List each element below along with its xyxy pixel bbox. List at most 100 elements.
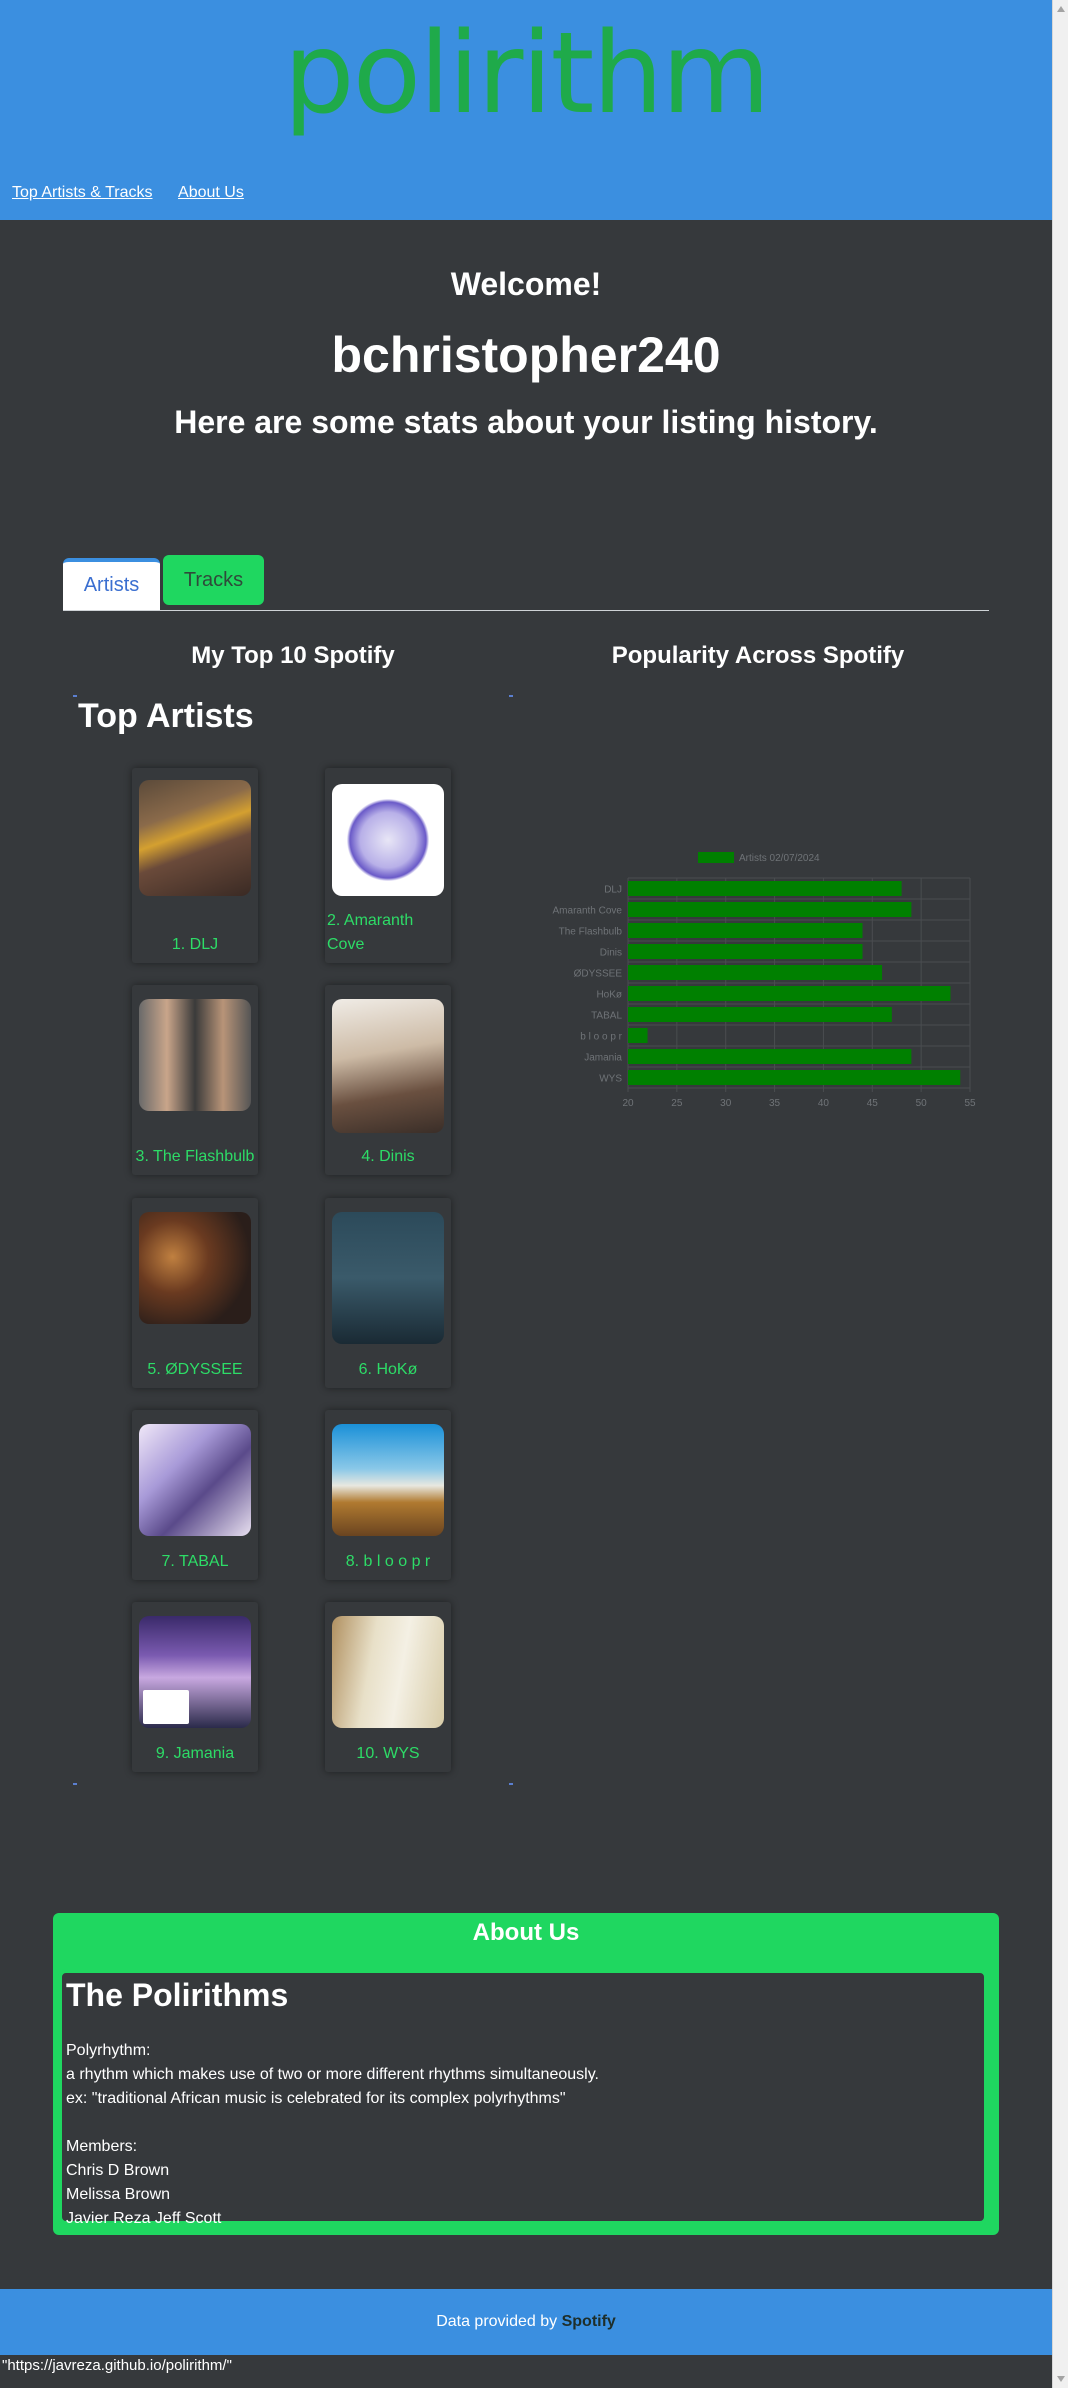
- scroll-down-arrow-icon[interactable]: [1057, 2376, 1065, 2382]
- status-bar-url: "https://javreza.github.io/polirithm/": [0, 2355, 1054, 2377]
- bar: [628, 1049, 912, 1064]
- legend-label: Artists 02/07/2024: [739, 853, 820, 864]
- y-tick-label: Jamania: [584, 1053, 622, 1064]
- artist-photo: [139, 999, 251, 1111]
- bar: [628, 1007, 892, 1022]
- top-artists-heading: Top Artists: [78, 697, 254, 735]
- member-name: Melissa Brown: [66, 2186, 171, 2203]
- x-tick-label: 55: [964, 1098, 976, 1109]
- artist-card[interactable]: 4. Dinis: [325, 985, 451, 1175]
- vertical-scrollbar[interactable]: [1052, 0, 1068, 2388]
- about-us-heading: The Polirithms: [66, 1977, 289, 2013]
- artist-name: 5. ØDYSSEE: [147, 1361, 243, 1378]
- artist-name: 3. The Flashbulb: [135, 1148, 255, 1165]
- artist-photo: [139, 780, 251, 896]
- spotify-link[interactable]: Spotify: [562, 2313, 616, 2330]
- artist-name: 7. TABAL: [161, 1553, 229, 1570]
- artist-name: 8. b l o o p r: [345, 1553, 431, 1570]
- artist-photo: [139, 1424, 251, 1536]
- panel-corner: [73, 695, 77, 697]
- member-name: Chris D Brown: [66, 2162, 170, 2179]
- y-tick-label: Amaranth Cove: [553, 906, 623, 917]
- about-us-card: The Polirithms Polyrhythm: a rhythm whic…: [58, 1969, 988, 2227]
- x-tick-label: 50: [916, 1098, 928, 1109]
- x-tick-label: 40: [818, 1098, 830, 1109]
- about-line: a rhythm which makes use of two or more …: [66, 2066, 599, 2083]
- popularity-title: Popularity Across Spotify: [611, 642, 905, 669]
- welcome-greeting: Welcome!: [450, 266, 602, 302]
- artist-photo: [332, 784, 444, 896]
- artist-photo: [332, 999, 444, 1133]
- footer-text: Data provided by: [436, 2313, 562, 2330]
- legend-swatch: [698, 852, 734, 863]
- album-label-graphic: [143, 1690, 189, 1724]
- about-line: Members:: [66, 2138, 138, 2155]
- artist-photo: [139, 1616, 251, 1728]
- y-tick-label: ØDYSSEE: [574, 969, 623, 980]
- artist-photo: [332, 1212, 444, 1344]
- artist-card[interactable]: 8. b l o o p r: [325, 1410, 451, 1580]
- artist-photo: [332, 1616, 444, 1728]
- x-tick-label: 30: [720, 1098, 732, 1109]
- x-tick-label: 35: [769, 1098, 781, 1109]
- panel-corner: [509, 1783, 513, 1785]
- bar: [628, 923, 863, 938]
- artist-card[interactable]: 1. DLJ: [132, 768, 258, 963]
- tab-artists[interactable]: Artists: [63, 558, 160, 610]
- artist-photo: [332, 1424, 444, 1536]
- x-tick-label: 45: [867, 1098, 879, 1109]
- bar: [628, 1070, 961, 1085]
- artist-card[interactable]: 5. ØDYSSEE: [132, 1198, 258, 1388]
- bar: [628, 965, 883, 980]
- site-footer: Data provided by Spotify: [0, 2289, 1052, 2355]
- y-tick-label: WYS: [599, 1074, 622, 1085]
- artist-card[interactable]: 7. TABAL: [132, 1410, 258, 1580]
- nav-link-top-artists-tracks[interactable]: Top Artists & Tracks: [12, 184, 152, 201]
- artist-card[interactable]: 6. HoKø: [325, 1198, 451, 1388]
- nav-link-about-us[interactable]: About Us: [178, 184, 244, 201]
- artist-name: 10. WYS: [356, 1745, 420, 1762]
- y-tick-label: b l o o p r: [580, 1032, 622, 1043]
- y-tick-label: Dinis: [600, 948, 622, 959]
- artist-name: 6. HoKø: [358, 1361, 418, 1378]
- bar: [628, 881, 902, 896]
- tab-bar: Artists Tracks: [63, 555, 989, 611]
- popularity-chart: Artists 02/07/2024 20 25 30 35 40 45 50 55 DLJ Ama…: [530, 850, 990, 1120]
- y-tick-label: TABAL: [591, 1011, 622, 1022]
- bar: [628, 1028, 648, 1043]
- scroll-up-arrow-icon[interactable]: [1057, 6, 1065, 12]
- x-tick-label: 25: [671, 1098, 683, 1109]
- artist-name: 2. Amaranth Cove: [327, 912, 414, 953]
- about-us-title: About Us: [472, 1919, 580, 1946]
- tab-tracks[interactable]: Tracks: [163, 555, 264, 605]
- top-artists-panel: Top Artists 1. DLJ 2. Amaranth Cove 3. T…: [73, 695, 513, 1785]
- y-tick-label: The Flashbulb: [559, 927, 623, 938]
- artist-card[interactable]: 2. Amaranth Cove: [325, 768, 451, 963]
- y-tick-label: DLJ: [604, 885, 622, 896]
- artist-card[interactable]: 3. The Flashbulb: [132, 985, 258, 1175]
- username-heading: bchristopher240: [331, 327, 721, 383]
- artist-name: 9. Jamania: [155, 1745, 235, 1762]
- artist-card[interactable]: 10. WYS: [325, 1602, 451, 1772]
- about-us-section: About Us The Polirithms Polyrhythm: a rh…: [53, 1913, 999, 2235]
- x-tick-label: 20: [622, 1098, 634, 1109]
- bar: [628, 902, 912, 917]
- welcome-subtitle: Here are some stats about your listing h…: [174, 404, 878, 440]
- about-line: ex: "traditional African music is celebr…: [66, 2090, 566, 2107]
- bar: [628, 944, 863, 959]
- artist-card[interactable]: 9. Jamania: [132, 1602, 258, 1772]
- about-line: Polyrhythm:: [66, 2042, 151, 2059]
- artist-name: 4. Dinis: [361, 1148, 415, 1165]
- panel-corner: [509, 695, 513, 697]
- site-header: polirithm Top Artists & Tracks About Us: [0, 0, 1052, 220]
- top-ten-title: My Top 10 Spotify: [191, 642, 395, 669]
- bar: [628, 986, 951, 1001]
- main-nav: Top Artists & Tracks About Us: [12, 184, 266, 202]
- panel-corner: [73, 1783, 77, 1785]
- y-tick-label: HoKø: [596, 990, 622, 1001]
- member-name: Javier Reza Jeff Scott: [66, 2210, 222, 2227]
- logo: polirithm: [283, 9, 770, 139]
- artist-photo: [139, 1212, 251, 1324]
- artist-name: 1. DLJ: [171, 936, 219, 953]
- popularity-chart-svg: Artists 02/07/2024 20 25 30 35 40 45 50 55 DLJ Ama…: [553, 852, 976, 1109]
